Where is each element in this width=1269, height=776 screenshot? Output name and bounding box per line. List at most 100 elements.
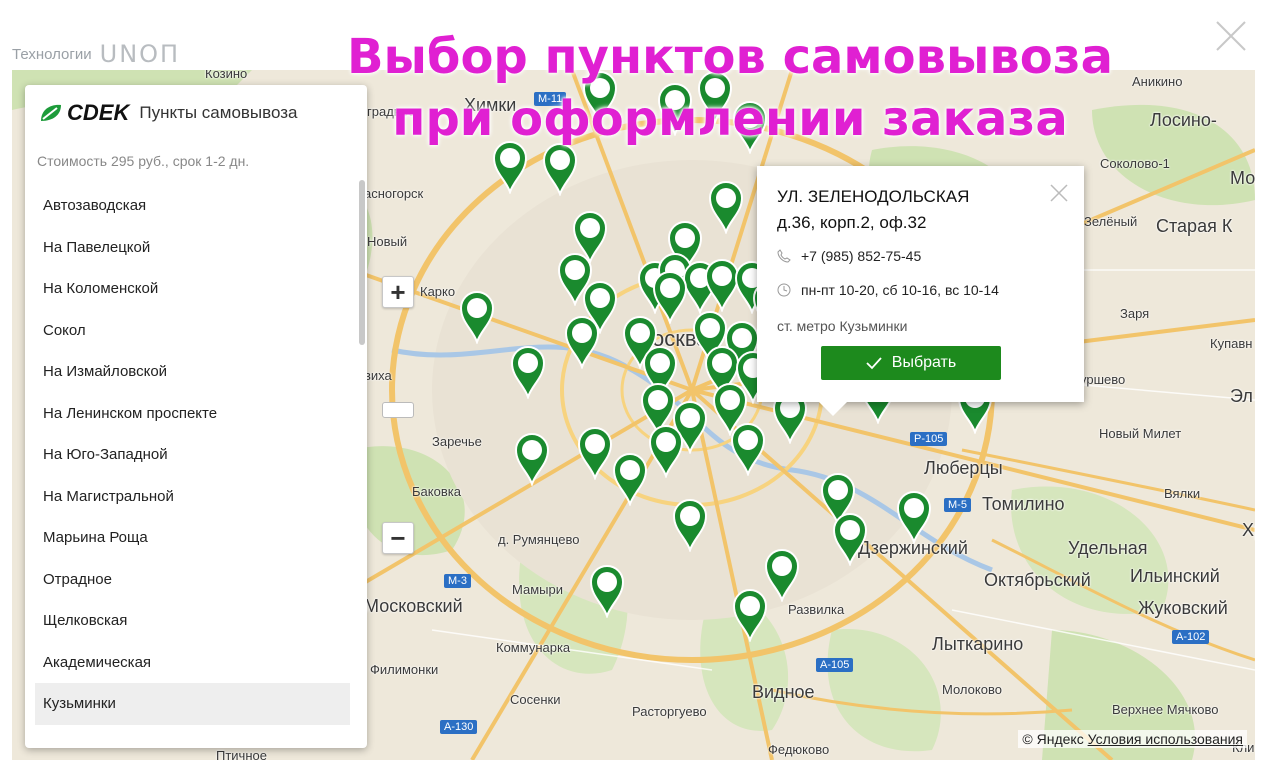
pickup-pin-icon[interactable] bbox=[832, 512, 868, 566]
popup-address-line2: д.36, корп.2, оф.32 bbox=[777, 213, 927, 232]
map-label: Расторгуево bbox=[632, 704, 707, 719]
popup-close-icon[interactable] bbox=[1048, 182, 1070, 204]
popup-phone: +7 (985) 852-75-45 bbox=[801, 248, 922, 264]
road-shield: A-102 bbox=[1172, 630, 1210, 644]
panel-scrollbar[interactable] bbox=[359, 180, 365, 345]
select-button[interactable]: Выбрать bbox=[821, 346, 1001, 380]
cdek-logo: CDEK bbox=[39, 100, 129, 126]
pickup-list-item[interactable]: Щелковская bbox=[35, 600, 350, 642]
terms-link[interactable]: Условия использования bbox=[1088, 731, 1243, 747]
pickup-pin-icon[interactable] bbox=[708, 180, 744, 234]
headline-line-2: при оформлении заказа bbox=[392, 91, 1068, 147]
pickup-list[interactable]: Автозаводская На Павелецкой На Коломенской… bbox=[35, 185, 350, 725]
pickup-point-popup: УЛ. ЗЕЛЕНОДОЛЬСКАЯ д.36, корп.2, оф.32 +… bbox=[757, 166, 1084, 416]
map-label: виха bbox=[364, 368, 392, 383]
select-button-label: Выбрать bbox=[891, 354, 957, 371]
pickup-pin-icon[interactable] bbox=[589, 564, 625, 618]
phone-icon bbox=[777, 249, 791, 263]
pickup-list-item[interactable]: Кузьминки bbox=[35, 683, 350, 725]
map-label: Коммунарка bbox=[496, 640, 571, 655]
road-shield: M-5 bbox=[944, 498, 971, 512]
map-label: д. Румянцево bbox=[498, 532, 580, 547]
pickup-pin-icon[interactable] bbox=[672, 498, 708, 552]
pickup-list-item[interactable]: Сокол bbox=[35, 310, 350, 352]
pickup-pin-icon[interactable] bbox=[764, 548, 800, 602]
map-label: Заречье bbox=[432, 434, 482, 449]
page-headline: Выбор пунктов самовывоза при оформлении … bbox=[290, 26, 1170, 150]
map-label: Московский bbox=[364, 596, 463, 616]
pickup-pin-icon[interactable] bbox=[732, 588, 768, 642]
panel-title: Пункты самовывоза bbox=[139, 103, 298, 122]
pickup-pin-icon[interactable] bbox=[648, 424, 684, 478]
pickup-list-item[interactable]: Академическая bbox=[35, 642, 350, 684]
map-label: Вялки bbox=[1164, 486, 1201, 501]
pickup-list-item[interactable]: Отрадное bbox=[35, 559, 350, 601]
road-shield: A-105 bbox=[816, 658, 854, 672]
pickup-list-item[interactable]: Автозаводская bbox=[35, 185, 350, 227]
map-label: Птичное bbox=[216, 748, 267, 760]
pickup-list-item[interactable]: На Юго-Западной bbox=[35, 434, 350, 476]
map-label: Лыткарино bbox=[932, 634, 1024, 654]
map-label: Жуковский bbox=[1138, 598, 1228, 618]
popup-metro: ст. метро Кузьминки bbox=[777, 318, 908, 334]
popup-phone-row: +7 (985) 852-75-45 bbox=[777, 248, 921, 264]
popup-hours: пн-пт 10-20, сб 10-16, вс 10-14 bbox=[801, 282, 999, 298]
popup-hours-row: пн-пт 10-20, сб 10-16, вс 10-14 bbox=[777, 282, 999, 298]
map-label: Новый bbox=[367, 234, 408, 249]
brand: Технологии UNOП bbox=[12, 40, 180, 68]
map-label: Люберцы bbox=[924, 458, 1003, 478]
map-label: Молоково bbox=[942, 682, 1002, 697]
map-label: Мамыри bbox=[512, 582, 563, 597]
map-label: асногорск bbox=[364, 186, 424, 201]
close-icon[interactable] bbox=[1213, 18, 1249, 54]
map-label: Федюково bbox=[768, 742, 830, 757]
pickup-pin-icon[interactable] bbox=[896, 490, 932, 544]
map-label: Эл bbox=[1230, 386, 1253, 406]
yandex-copyright: © Яндекс bbox=[1022, 731, 1084, 747]
map-label: Хр bbox=[1242, 520, 1255, 540]
pickup-pin-icon[interactable] bbox=[577, 426, 613, 480]
clock-icon bbox=[777, 283, 791, 297]
pickup-pin-icon[interactable] bbox=[564, 315, 600, 369]
pickup-list-item[interactable]: Марьина Роща bbox=[35, 517, 350, 559]
map-label: Сосенки bbox=[510, 692, 561, 707]
map-label: Ильинский bbox=[1130, 566, 1220, 586]
pickup-pin-icon[interactable] bbox=[510, 345, 546, 399]
pickup-pin-icon[interactable] bbox=[459, 290, 495, 344]
map-label: Зелёный bbox=[1084, 214, 1138, 229]
pickup-list-item[interactable]: На Павелецкой bbox=[35, 227, 350, 269]
pickup-points-panel: CDEK Пункты самовывоза Стоимость 295 руб… bbox=[25, 85, 367, 748]
map-label: Карко bbox=[420, 284, 456, 299]
headline-line-1: Выбор пунктов самовывоза bbox=[346, 29, 1114, 85]
pickup-pin-icon[interactable] bbox=[542, 142, 578, 196]
map-label: Верхнее Мячково bbox=[1112, 702, 1219, 717]
popup-address: УЛ. ЗЕЛЕНОДОЛЬСКАЯ д.36, корп.2, оф.32 bbox=[777, 184, 1057, 236]
map-label: Козино bbox=[205, 70, 248, 81]
map-label: Соколово-1 bbox=[1100, 156, 1170, 171]
pickup-list-item[interactable]: На Измайловской bbox=[35, 351, 350, 393]
pickup-pin-icon[interactable] bbox=[514, 432, 550, 486]
map-label: Октябрьский bbox=[984, 570, 1091, 590]
pickup-list-item[interactable]: На Магистральной bbox=[35, 476, 350, 518]
brand-logo: UNOП bbox=[99, 40, 181, 68]
map-label: Томилино bbox=[982, 494, 1065, 514]
zoom-slider-handle[interactable] bbox=[382, 402, 414, 418]
road-shield: M-3 bbox=[444, 574, 471, 588]
pickup-list-item[interactable]: На Ленинском проспекте bbox=[35, 393, 350, 435]
road-shield: A-130 bbox=[440, 720, 478, 734]
map-label: Новый Милет bbox=[1099, 426, 1182, 441]
map-attribution: © Яндекс Условия использования bbox=[1018, 730, 1247, 748]
map-label: уршево bbox=[1080, 372, 1126, 387]
pickup-pin-icon[interactable] bbox=[730, 422, 766, 476]
map-label: Старая К bbox=[1156, 216, 1233, 236]
map-label: Удельная bbox=[1068, 538, 1148, 558]
check-icon bbox=[866, 357, 882, 370]
zoom-in-button[interactable]: + bbox=[382, 276, 414, 308]
map-label: Баковка bbox=[412, 484, 461, 499]
pickup-list-item[interactable]: На Коломенской bbox=[35, 268, 350, 310]
pickup-pin-icon[interactable] bbox=[612, 452, 648, 506]
zoom-out-button[interactable]: − bbox=[382, 522, 414, 554]
map-label: Мо bbox=[1230, 168, 1255, 188]
map-label: Филимонки bbox=[370, 662, 439, 677]
map-label: Заря bbox=[1120, 306, 1150, 321]
